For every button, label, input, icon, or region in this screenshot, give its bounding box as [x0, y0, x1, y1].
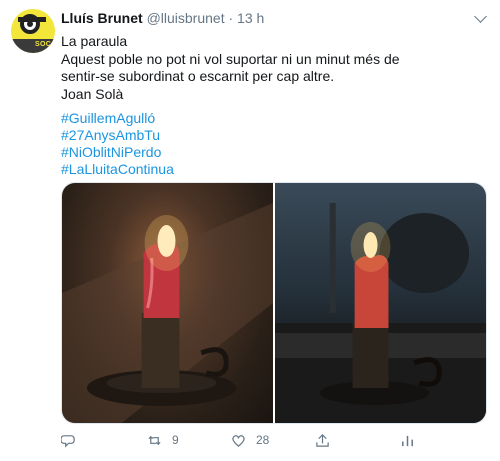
- hashtag-link[interactable]: #27AnysAmbTu: [61, 127, 174, 144]
- candle-photo-2[interactable]: [275, 183, 486, 423]
- avatar-logo-text: SOC: [35, 41, 52, 48]
- reply-button[interactable]: [61, 430, 76, 450]
- action-bar: 9 28: [0, 430, 500, 450]
- hashtag-list: #GuillemAgulló #27AnysAmbTu #NiOblitNiPe…: [61, 110, 174, 178]
- header-separator: ·: [228, 10, 234, 26]
- author-handle[interactable]: @lluisbrunet: [147, 10, 225, 26]
- analytics-button[interactable]: [400, 430, 415, 450]
- tweet-time[interactable]: 13 h: [237, 10, 264, 26]
- retweet-count: 9: [172, 433, 179, 447]
- share-button[interactable]: [315, 430, 330, 450]
- author-name[interactable]: Lluís Brunet: [61, 10, 143, 26]
- retweet-icon: [148, 435, 161, 445]
- like-count: 28: [256, 433, 270, 447]
- hashtag-link[interactable]: #GuillemAgulló: [61, 110, 174, 127]
- tweet-line: Aquest poble no pot ni vol suportar ni u…: [61, 50, 400, 85]
- hashtag-link[interactable]: #NiOblitNiPerdo: [61, 144, 174, 161]
- share-icon: [316, 433, 329, 447]
- tweet: SOC Lluís Brunet @lluisbrunet · 13 h La …: [0, 0, 500, 461]
- tweet-text: La paraula Aquest poble no pot ni vol su…: [61, 33, 426, 103]
- chevron-down-icon[interactable]: [474, 10, 487, 23]
- hashtag-link[interactable]: #LaLluitaContinua: [61, 161, 174, 178]
- like-button[interactable]: 28: [231, 430, 269, 450]
- tweet-line: La paraula: [61, 33, 128, 49]
- avatar[interactable]: SOC: [11, 9, 55, 53]
- tweet-line: Joan Solà: [61, 85, 124, 102]
- media-grid: [61, 182, 487, 424]
- retweet-button[interactable]: 9: [147, 430, 179, 450]
- tweet-header: Lluís Brunet @lluisbrunet · 13 h: [61, 10, 264, 26]
- reply-icon: [61, 434, 75, 448]
- heart-icon: [232, 434, 245, 447]
- avatar-eye: [27, 21, 33, 27]
- candle-photo-1[interactable]: [62, 183, 273, 423]
- analytics-icon: [402, 435, 413, 446]
